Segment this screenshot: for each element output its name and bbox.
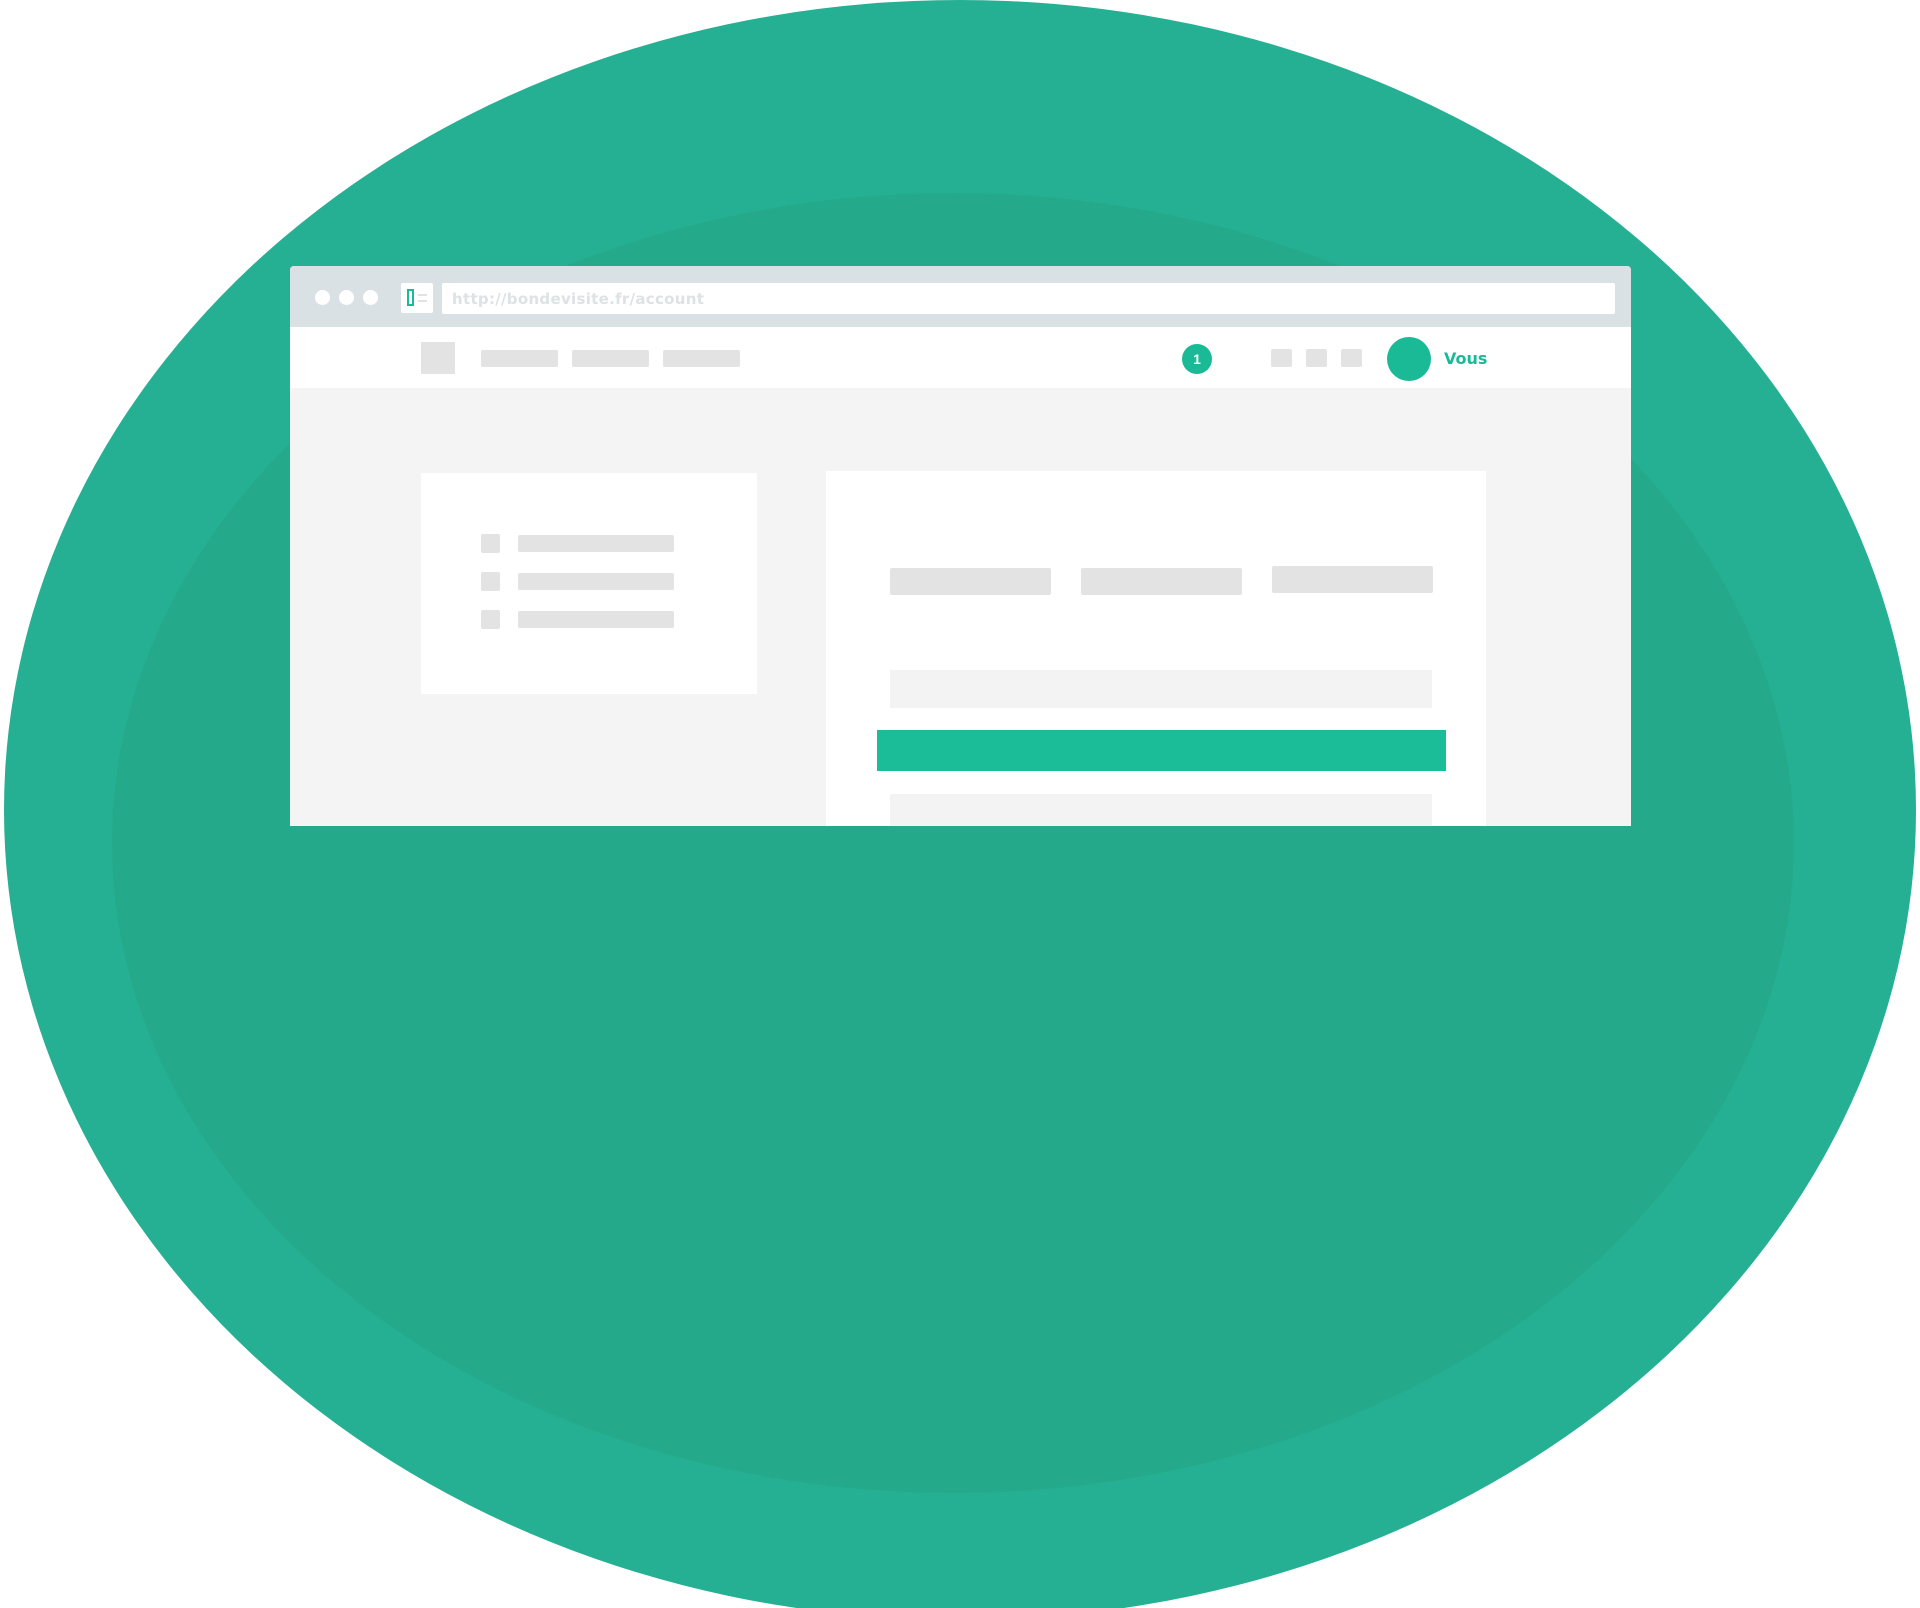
sidebar-item-text-placeholder [518,573,674,590]
sidebar-item-icon [481,610,500,629]
notification-badge[interactable]: 1 [1182,344,1212,374]
sidebar-item-text-placeholder [518,535,674,552]
browser-tab-icon[interactable] [401,283,433,313]
window-maximize-dot[interactable] [363,290,378,305]
sidebar-item-placeholder-3[interactable] [481,610,674,629]
tab-placeholder-2[interactable] [1081,568,1242,595]
nav-icon-placeholder-2[interactable] [1306,349,1327,367]
user-label[interactable]: Vous [1444,349,1487,368]
nav-link-placeholder-2[interactable] [572,350,649,367]
input-field-placeholder-2[interactable] [890,794,1432,826]
sidebar-item-placeholder-2[interactable] [481,572,674,591]
url-text: http://bondevisite.fr/account [452,290,705,308]
window-minimize-dot[interactable] [339,290,354,305]
primary-button[interactable] [877,730,1446,771]
sidebar-card [421,473,757,694]
tab-placeholder-3[interactable] [1272,566,1433,593]
url-bar[interactable]: http://bondevisite.fr/account [442,283,1615,314]
browser-chrome: http://bondevisite.fr/account [290,266,1631,327]
input-field-placeholder[interactable] [890,670,1432,708]
text-cursor-icon [407,289,414,306]
sidebar-item-icon [481,572,500,591]
sidebar-item-icon [481,534,500,553]
main-content-card [826,471,1486,826]
tab-placeholder-1[interactable] [890,568,1051,595]
sidebar-item-text-placeholder [518,611,674,628]
nav-link-placeholder-1[interactable] [481,350,558,367]
nav-link-placeholder-3[interactable] [663,350,740,367]
nav-icon-placeholder-1[interactable] [1271,349,1292,367]
sidebar-item-placeholder-1[interactable] [481,534,674,553]
nav-icon-placeholder-3[interactable] [1341,349,1362,367]
browser-window: http://bondevisite.fr/account 1 Vous [290,266,1631,826]
window-close-dot[interactable] [315,290,330,305]
site-logo-placeholder[interactable] [421,342,455,374]
user-avatar[interactable] [1387,337,1431,381]
site-navbar: 1 Vous [290,327,1631,388]
